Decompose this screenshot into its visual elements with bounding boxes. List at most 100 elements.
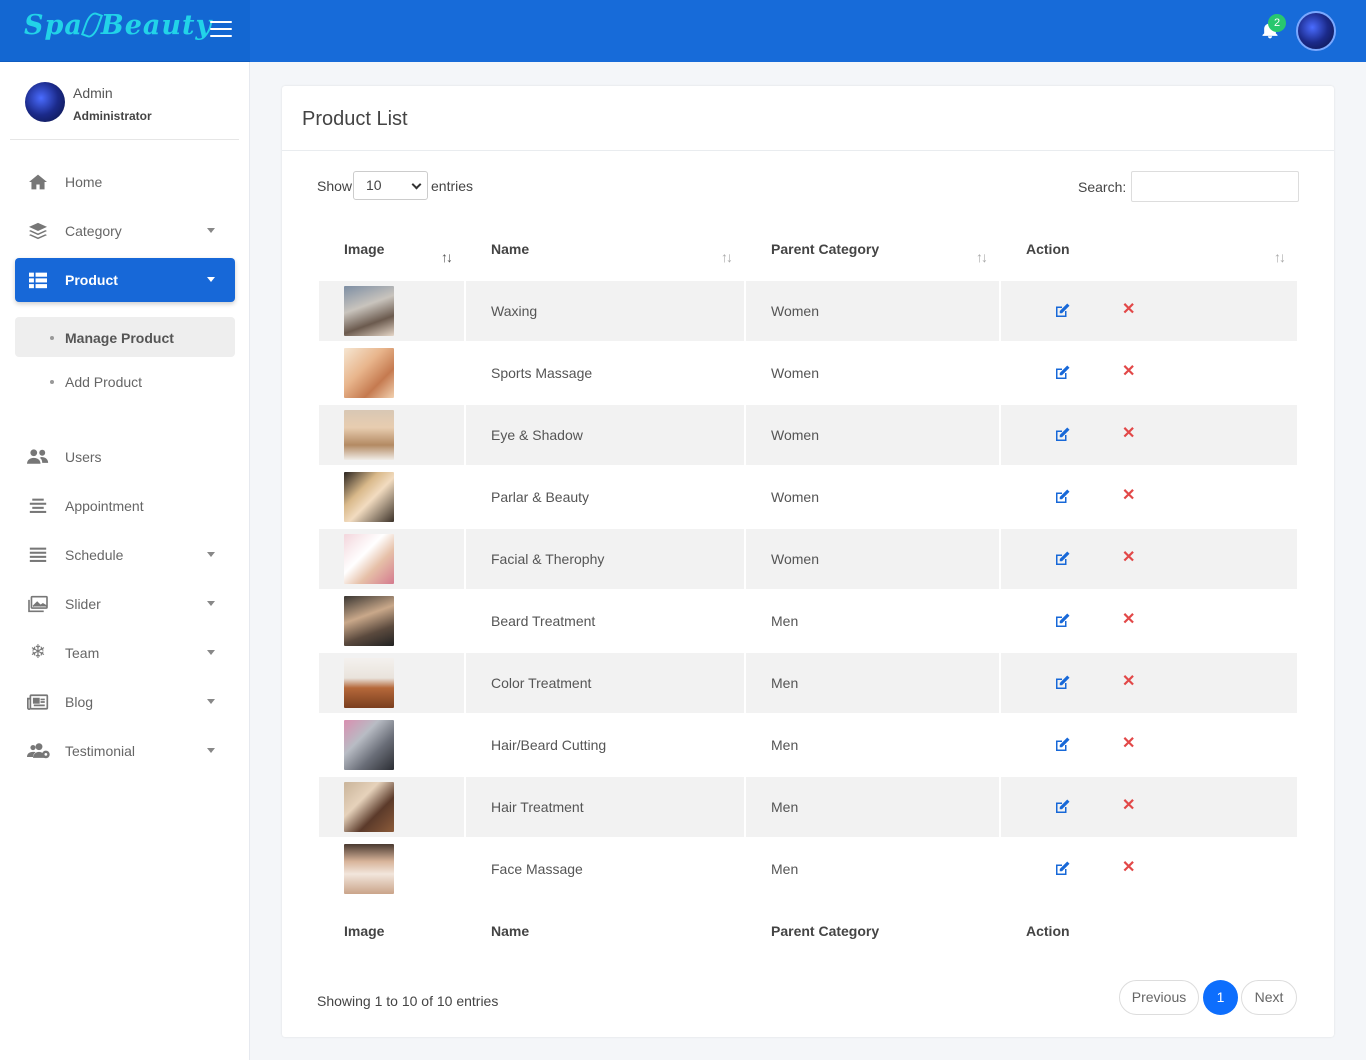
sort-icon[interactable]: ↑↓ — [721, 249, 733, 265]
sidebar-item-label: Appointment — [65, 498, 144, 514]
bullet-icon — [50, 336, 54, 340]
product-name: Waxing — [491, 303, 538, 319]
edit-icon[interactable] — [1053, 674, 1071, 692]
chevron-down-icon — [207, 552, 215, 557]
top-navbar: Spa Beauty 2 — [0, 0, 1366, 62]
column-header-action[interactable]: Action — [1026, 241, 1070, 257]
delete-icon[interactable]: ✕ — [1122, 485, 1135, 505]
sidebar-item-slider[interactable]: Slider — [15, 582, 235, 626]
delete-icon[interactable]: ✕ — [1122, 671, 1135, 691]
parent-category: Women — [771, 489, 819, 505]
chevron-down-icon — [411, 179, 422, 190]
parent-category: Women — [771, 551, 819, 567]
table-row: Waxing Women ✕ — [319, 281, 1297, 341]
brand-area: Spa Beauty — [0, 0, 250, 62]
table-row: Hair/Beard Cutting Men ✕ — [319, 715, 1297, 775]
previous-page-button[interactable]: Previous — [1119, 980, 1199, 1015]
parent-category: Men — [771, 613, 799, 629]
parent-category: Women — [771, 303, 819, 319]
product-name: Color Treatment — [491, 675, 592, 691]
column-header-name[interactable]: Name — [491, 241, 529, 257]
delete-icon[interactable]: ✕ — [1122, 547, 1135, 567]
sidebar-item-label: Testimonial — [65, 743, 136, 759]
search-label: Search: — [1078, 179, 1127, 195]
users-cog-icon — [27, 742, 50, 760]
product-thumbnail — [344, 782, 394, 832]
next-page-button[interactable]: Next — [1241, 980, 1297, 1015]
images-icon — [27, 595, 49, 613]
entries-per-page-select[interactable]: 10 — [353, 171, 428, 200]
sidebar-item-team[interactable]: ❄ Team — [15, 631, 235, 675]
edit-icon[interactable] — [1053, 364, 1071, 382]
chevron-down-icon — [207, 277, 215, 282]
column-header-image[interactable]: Image — [344, 241, 384, 257]
sidebar-item-category[interactable]: Category — [15, 209, 235, 253]
brand-logo[interactable]: Spa Beauty — [24, 10, 212, 41]
delete-icon[interactable]: ✕ — [1122, 299, 1135, 319]
edit-icon[interactable] — [1053, 488, 1071, 506]
notification-badge: 2 — [1268, 14, 1286, 32]
sidebar-item-home[interactable]: Home — [15, 160, 235, 204]
sort-icon[interactable]: ↑↓ — [1274, 249, 1286, 265]
delete-icon[interactable]: ✕ — [1122, 361, 1135, 381]
sidebar-item-label: Team — [65, 645, 100, 661]
sidebar-item-label: Blog — [65, 694, 94, 710]
product-thumbnail — [344, 720, 394, 770]
product-thumbnail — [344, 596, 394, 646]
edit-icon[interactable] — [1053, 426, 1071, 444]
delete-icon[interactable]: ✕ — [1122, 795, 1135, 815]
edit-icon[interactable] — [1053, 612, 1071, 630]
parent-category: Men — [771, 737, 799, 753]
sidebar-item-appointment[interactable]: Appointment — [15, 484, 235, 528]
sidebar: Admin Administrator Home Category Produc… — [0, 62, 250, 1060]
snowflake-icon: ❄ — [30, 642, 46, 663]
menu-toggle-icon[interactable] — [210, 21, 232, 39]
table-row: Facial & Therophy Women ✕ — [319, 529, 1297, 589]
column-footer-parent-category: Parent Category — [771, 923, 880, 939]
table-row: Hair Treatment Men ✕ — [319, 777, 1297, 837]
product-thumbnail — [344, 348, 394, 398]
layers-icon — [27, 222, 49, 240]
sidebar-item-schedule[interactable]: Schedule — [15, 533, 235, 577]
sort-icon[interactable]: ↑↓ — [441, 249, 453, 265]
table-row: Beard Treatment Men ✕ — [319, 591, 1297, 651]
sidebar-item-label: Users — [65, 449, 102, 465]
sidebar-subitem-add-product[interactable]: Add Product — [15, 361, 235, 401]
column-footer-image: Image — [344, 923, 385, 939]
delete-icon[interactable]: ✕ — [1122, 609, 1135, 629]
delete-icon[interactable]: ✕ — [1122, 857, 1135, 877]
sort-icon[interactable]: ↑↓ — [976, 249, 988, 265]
search-input[interactable] — [1131, 171, 1299, 202]
leaf-icon — [80, 10, 103, 40]
sidebar-item-testimonial[interactable]: Testimonial — [15, 729, 235, 773]
divider — [282, 150, 1334, 151]
product-name: Eye & Shadow — [491, 427, 583, 443]
bullet-icon — [50, 380, 54, 384]
delete-icon[interactable]: ✕ — [1122, 733, 1135, 753]
table-row: Eye & Shadow Women ✕ — [319, 405, 1297, 465]
table-row: Parlar & Beauty Women ✕ — [319, 467, 1297, 527]
sidebar-subitem-manage-product[interactable]: Manage Product — [15, 317, 235, 357]
edit-icon[interactable] — [1053, 860, 1071, 878]
sidebar-item-label: Schedule — [65, 547, 124, 563]
product-name: Face Massage — [491, 861, 583, 877]
table-row: Sports Massage Women ✕ — [319, 343, 1297, 403]
page-1-button[interactable]: 1 — [1203, 980, 1238, 1015]
edit-icon[interactable] — [1053, 798, 1071, 816]
parent-category: Women — [771, 427, 819, 443]
delete-icon[interactable]: ✕ — [1122, 423, 1135, 443]
table-row: Color Treatment Men ✕ — [319, 653, 1297, 713]
edit-icon[interactable] — [1053, 550, 1071, 568]
show-label: Show — [317, 178, 353, 194]
home-icon — [27, 173, 49, 191]
sidebar-item-blog[interactable]: Blog — [15, 680, 235, 724]
edit-icon[interactable] — [1053, 736, 1071, 754]
sidebar-item-product[interactable]: Product — [15, 258, 235, 302]
sidebar-item-label: Product — [65, 272, 118, 288]
sidebar-item-users[interactable]: Users — [15, 435, 235, 479]
user-avatar-menu[interactable] — [1296, 11, 1336, 51]
parent-category: Women — [771, 365, 819, 381]
edit-icon[interactable] — [1053, 302, 1071, 320]
column-header-parent-category[interactable]: Parent Category — [771, 241, 879, 257]
list-icon — [27, 546, 49, 564]
